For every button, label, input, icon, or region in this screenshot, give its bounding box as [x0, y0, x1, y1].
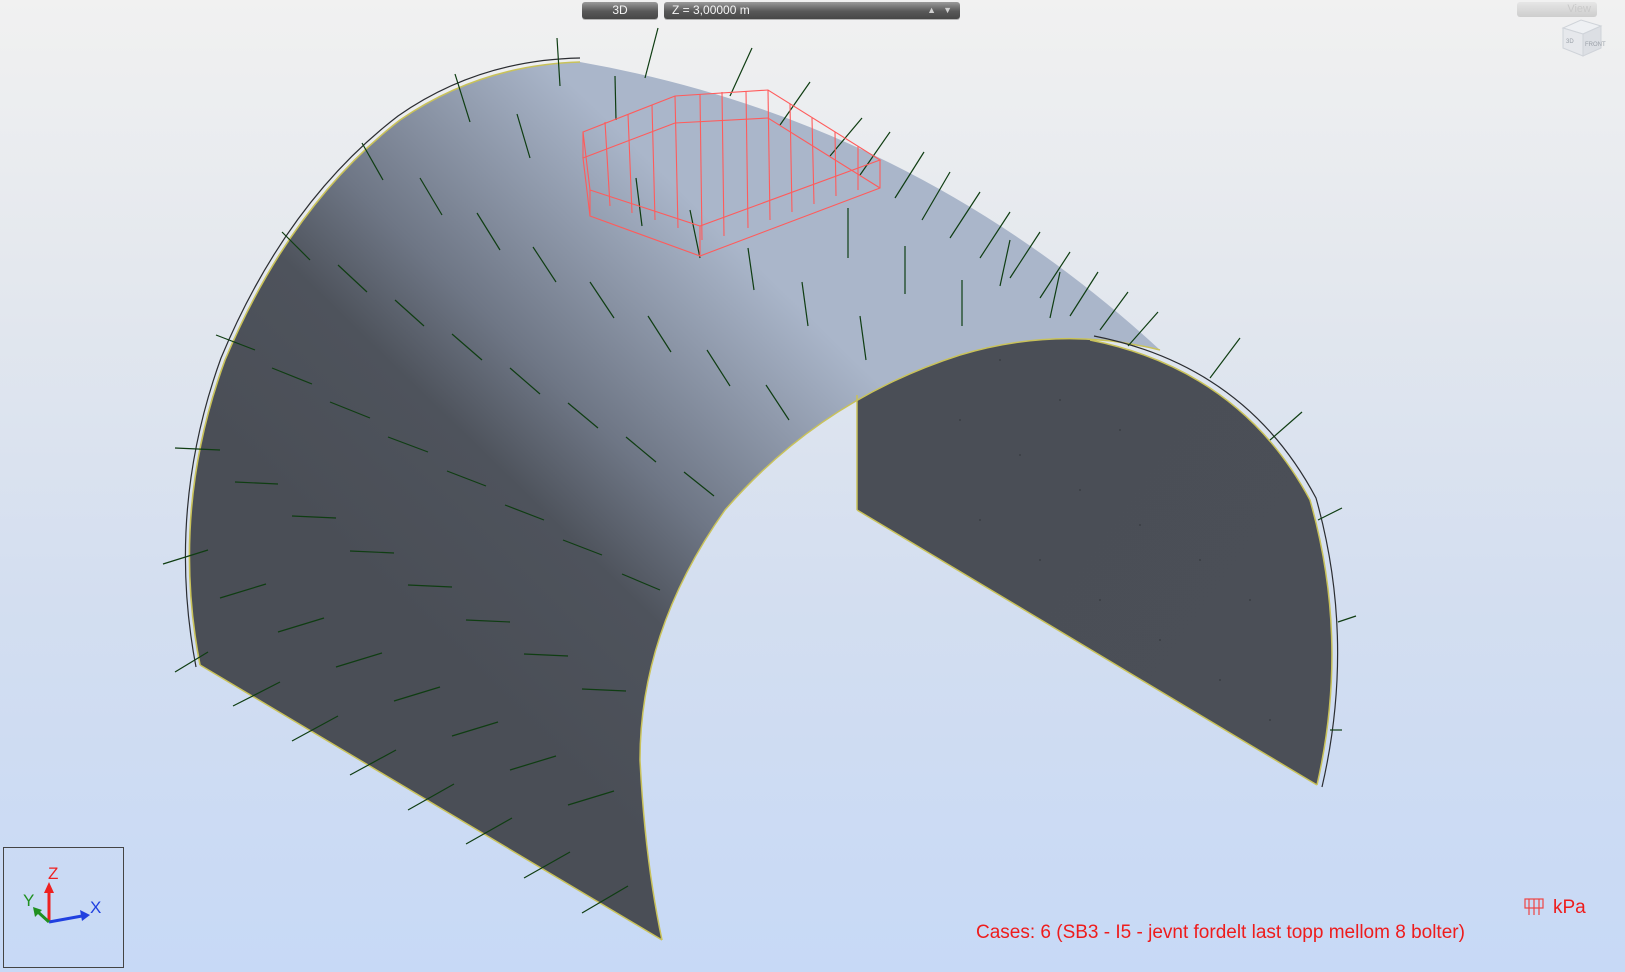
level-field[interactable]: Z = 3,00000 m ▲ ▼	[664, 2, 960, 19]
load-unit-label: kPa	[1553, 897, 1586, 918]
view-mode-button[interactable]: 3D	[582, 2, 658, 19]
axis-triad-icon: Z X Y	[23, 864, 101, 924]
view-cube-face-label: FRONT	[1585, 42, 1606, 48]
axis-y-label: Y	[23, 891, 34, 910]
level-up-arrow-icon[interactable]: ▲	[927, 2, 936, 19]
shell-inner-face	[857, 335, 1332, 785]
level-label: Z = 3,00000 m	[672, 3, 750, 17]
axis-x-label: X	[90, 898, 101, 917]
3d-viewport[interactable]	[0, 0, 1625, 972]
axis-z-label: Z	[48, 864, 58, 883]
view-cube-side-label: 3D	[1566, 39, 1574, 45]
level-down-arrow-icon[interactable]: ▼	[943, 2, 952, 19]
axis-triad: Z X Y	[3, 847, 124, 968]
view-cube-icon[interactable]: 3D FRONT	[1557, 14, 1607, 60]
load-unit-icon	[1524, 898, 1544, 915]
load-case-label: Cases: 6 (SB3 - I5 - jevnt fordelt last …	[976, 922, 1465, 943]
